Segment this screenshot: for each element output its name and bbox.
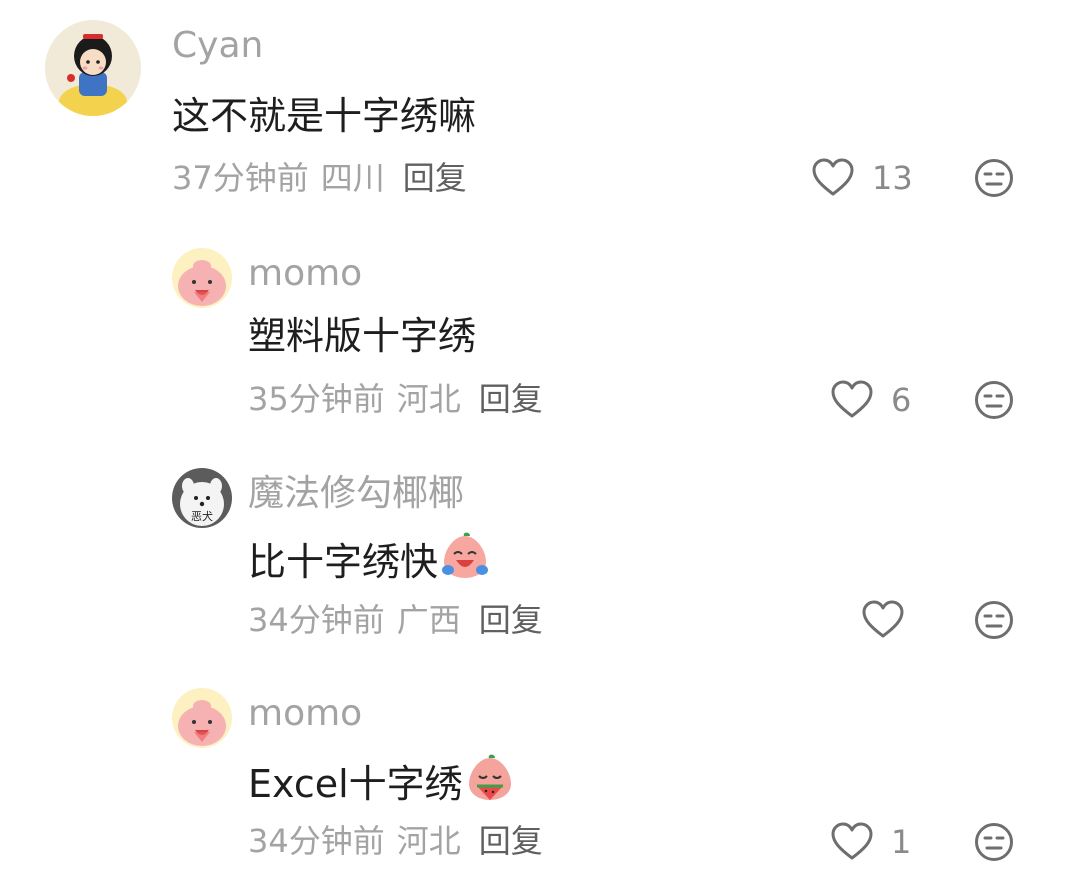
like-button[interactable]: 13 — [812, 158, 913, 198]
reply-button[interactable]: 回复 — [479, 380, 543, 418]
timestamp: 35分钟前 — [248, 380, 385, 418]
like-count: 13 — [872, 159, 913, 197]
comment-text: 这不就是十字绣嘛 — [172, 92, 476, 140]
reply-button[interactable]: 回复 — [479, 822, 543, 860]
reply-item: 恶犬 魔法修勾椰椰 比十字绣快 34分钟前 广西 回复 — [0, 440, 1079, 660]
like-button[interactable]: 1 — [831, 822, 911, 862]
comment-text: 比十字绣快 — [248, 532, 490, 591]
avatar[interactable] — [172, 248, 232, 308]
heart-outline-icon — [831, 380, 873, 418]
username[interactable]: momo — [248, 252, 362, 296]
dislike-button[interactable] — [974, 822, 1014, 866]
comment-text-body: Excel十字绣 — [248, 761, 463, 806]
meh-face-icon — [975, 823, 1013, 861]
white-dog-avatar-icon: 恶犬 — [172, 468, 232, 528]
like-button[interactable] — [862, 600, 922, 640]
comment-text-body: 这不就是十字绣嘛 — [172, 94, 477, 138]
dislike-button[interactable] — [974, 600, 1014, 644]
pink-peach-avatar-icon — [172, 248, 232, 308]
pink-peach-avatar-icon — [172, 688, 232, 748]
comment-thread: Cyan 这不就是十字绣嘛 37分钟前 四川 回复 13 momo 塑料版十字绣… — [0, 0, 1079, 890]
laughing-tears-peach-emoji — [440, 532, 490, 591]
meh-face-icon — [975, 601, 1013, 639]
comment-text: Excel十字绣 — [248, 754, 515, 813]
eating-watermelon-peach-emoji — [465, 754, 515, 813]
comment-item: Cyan 这不就是十字绣嘛 37分钟前 四川 回复 13 — [0, 0, 1079, 220]
heart-outline-icon — [831, 822, 873, 860]
dislike-button[interactable] — [974, 158, 1014, 202]
avatar[interactable] — [45, 20, 141, 116]
reply-item: momo Excel十字绣 34分钟前 河北 回复 1 — [0, 660, 1079, 890]
reply-item: momo 塑料版十字绣 35分钟前 河北 回复 6 — [0, 220, 1079, 440]
like-button[interactable]: 6 — [831, 380, 911, 420]
meh-face-icon — [975, 159, 1013, 197]
laughing-tears-peach-icon — [442, 532, 489, 578]
snow-white-avatar-icon — [45, 20, 141, 116]
location: 河北 — [396, 380, 461, 418]
comment-meta: 34分钟前 广西 回复 — [248, 600, 543, 640]
dislike-button[interactable] — [974, 380, 1014, 424]
avatar[interactable] — [172, 688, 232, 748]
heart-outline-icon — [812, 158, 854, 196]
location: 四川 — [320, 159, 385, 197]
like-count: 1 — [891, 823, 912, 861]
meh-face-icon — [975, 381, 1013, 419]
heart-outline-icon — [862, 600, 904, 638]
comment-text-body: 比十字绣快 — [248, 539, 439, 584]
like-count: 6 — [891, 381, 912, 419]
avatar[interactable]: 恶犬 — [172, 468, 232, 528]
timestamp: 37分钟前 — [172, 159, 309, 197]
comment-text-body: 塑料版十字绣 — [248, 314, 477, 358]
eating-watermelon-peach-icon — [468, 754, 511, 800]
reply-button[interactable]: 回复 — [479, 601, 543, 639]
location: 河北 — [396, 822, 461, 860]
reply-button[interactable]: 回复 — [403, 159, 467, 197]
comment-meta: 34分钟前 河北 回复 — [248, 821, 543, 861]
location: 广西 — [396, 601, 461, 639]
username[interactable]: momo — [248, 692, 362, 736]
username[interactable]: Cyan — [172, 24, 263, 68]
comment-meta: 37分钟前 四川 回复 — [172, 158, 467, 198]
comment-meta: 35分钟前 河北 回复 — [248, 379, 543, 419]
comment-text: 塑料版十字绣 — [248, 312, 476, 360]
avatar-label: 恶犬 — [191, 509, 213, 523]
username[interactable]: 魔法修勾椰椰 — [248, 472, 464, 516]
timestamp: 34分钟前 — [248, 822, 385, 860]
timestamp: 34分钟前 — [248, 601, 385, 639]
